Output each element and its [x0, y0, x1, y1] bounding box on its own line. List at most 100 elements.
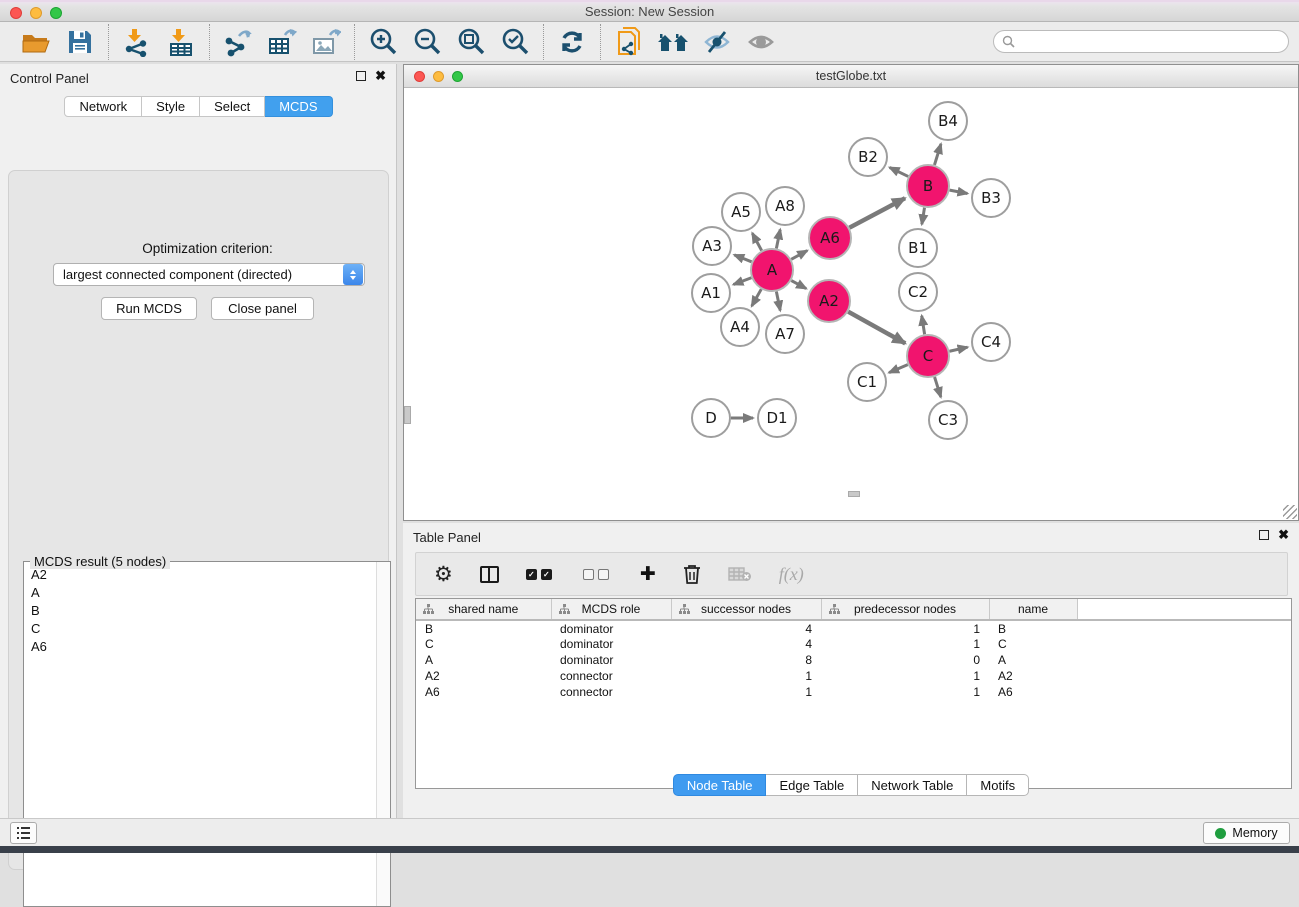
float-table-panel-icon[interactable] — [1259, 530, 1269, 540]
result-scrollbar[interactable] — [376, 562, 390, 906]
node-C3[interactable]: C3 — [929, 401, 967, 439]
cell-predecessor_nodes[interactable]: 1 — [821, 620, 989, 636]
tab-select[interactable]: Select — [200, 96, 265, 117]
minimize-window-button[interactable] — [30, 7, 42, 19]
node-A[interactable]: A — [751, 249, 793, 291]
node-B[interactable]: B — [907, 165, 949, 207]
cell-name[interactable]: A — [989, 652, 1077, 668]
edge-C-C2[interactable] — [922, 316, 925, 335]
import-table-icon[interactable] — [163, 25, 199, 59]
node-B3[interactable]: B3 — [972, 179, 1010, 217]
edge-C-C3[interactable] — [935, 377, 941, 397]
cell-successor_nodes[interactable]: 4 — [671, 620, 821, 636]
edge-B-B3[interactable] — [950, 190, 968, 193]
hide-selection-icon[interactable] — [699, 25, 735, 59]
close-table-panel-icon[interactable]: ✖ — [1278, 530, 1289, 540]
table-row[interactable]: A2connector11A2 — [416, 668, 1291, 684]
cell-mcds_role[interactable]: connector — [551, 684, 671, 700]
cell-predecessor_nodes[interactable]: 1 — [821, 636, 989, 652]
search-field[interactable] — [993, 30, 1289, 53]
table-row[interactable]: Bdominator41B — [416, 620, 1291, 636]
cell-mcds_role[interactable]: dominator — [551, 620, 671, 636]
cell-name[interactable]: B — [989, 620, 1077, 636]
cell-name[interactable]: A6 — [989, 684, 1077, 700]
cell-shared_name[interactable]: A — [416, 652, 551, 668]
column-header-name[interactable]: name — [989, 599, 1077, 620]
edge-A-A7[interactable] — [776, 292, 780, 311]
node-B1[interactable]: B1 — [899, 229, 937, 267]
table-row[interactable]: Adominator80A — [416, 652, 1291, 668]
run-mcds-button[interactable]: Run MCDS — [101, 297, 197, 320]
import-network-icon[interactable] — [119, 25, 155, 59]
column-selector-icon[interactable] — [480, 566, 499, 583]
tab-style[interactable]: Style — [142, 96, 200, 117]
criterion-dropdown[interactable]: largest connected component (directed) — [53, 263, 365, 286]
node-A7[interactable]: A7 — [766, 315, 804, 353]
edge-C-C1[interactable] — [889, 365, 908, 373]
column-header-MCDS-role[interactable]: MCDS role — [551, 599, 671, 620]
cell-mcds_role[interactable]: dominator — [551, 652, 671, 668]
node-C4[interactable]: C4 — [972, 323, 1010, 361]
result-item[interactable]: A2 — [25, 565, 375, 583]
edge-C-C4[interactable] — [949, 347, 967, 351]
vertical-scroll-thumb[interactable] — [404, 406, 411, 424]
edge-A2-C[interactable] — [848, 312, 905, 344]
result-item[interactable]: B — [25, 601, 375, 619]
cell-successor_nodes[interactable]: 8 — [671, 652, 821, 668]
edge-A-A2[interactable] — [791, 281, 806, 289]
select-all-checkboxes-icon[interactable]: ✓✓ — [526, 569, 556, 580]
cyndex-home-icon[interactable] — [655, 25, 691, 59]
node-A2[interactable]: A2 — [808, 280, 850, 322]
table-settings-icon[interactable]: ⚙ — [434, 564, 453, 585]
edge-B-B4[interactable] — [934, 144, 940, 165]
node-A6[interactable]: A6 — [809, 217, 851, 259]
close-window-button[interactable] — [10, 7, 22, 19]
export-image-icon[interactable] — [308, 25, 344, 59]
table-row[interactable]: A6connector11A6 — [416, 684, 1291, 700]
node-A3[interactable]: A3 — [693, 227, 731, 265]
cell-name[interactable]: A2 — [989, 668, 1077, 684]
node-D[interactable]: D — [692, 399, 730, 437]
zoom-in-icon[interactable] — [365, 25, 401, 59]
delete-table-icon[interactable] — [728, 566, 752, 582]
clone-network-icon[interactable] — [611, 25, 647, 59]
column-header-predecessor-nodes[interactable]: predecessor nodes — [821, 599, 989, 620]
network-canvas[interactable]: B4B2BB3A5A8A6B1A3AA1C2A2A4A7C4CC1C3DD1 — [404, 88, 1298, 520]
network-close-button[interactable] — [414, 71, 425, 82]
cell-name[interactable]: C — [989, 636, 1077, 652]
node-B2[interactable]: B2 — [849, 138, 887, 176]
column-header-shared-name[interactable]: shared name — [416, 599, 551, 620]
tab-node-table[interactable]: Node Table — [673, 774, 767, 796]
open-session-icon[interactable] — [18, 25, 54, 59]
delete-columns-icon[interactable] — [683, 564, 701, 585]
edge-A6-B[interactable] — [849, 198, 905, 228]
table-row[interactable]: Cdominator41C — [416, 636, 1291, 652]
cell-mcds_role[interactable]: dominator — [551, 636, 671, 652]
cell-predecessor_nodes[interactable]: 0 — [821, 652, 989, 668]
cell-shared_name[interactable]: A6 — [416, 684, 551, 700]
zoom-window-button[interactable] — [50, 7, 62, 19]
zoom-out-icon[interactable] — [409, 25, 445, 59]
export-network-icon[interactable] — [220, 25, 256, 59]
show-all-icon[interactable] — [743, 25, 779, 59]
node-A5[interactable]: A5 — [722, 193, 760, 231]
edge-B-B1[interactable] — [922, 208, 925, 225]
deselect-all-checkboxes-icon[interactable] — [583, 569, 613, 580]
column-header-successor-nodes[interactable]: successor nodes — [671, 599, 821, 620]
tab-edge-table[interactable]: Edge Table — [766, 774, 858, 796]
cell-predecessor_nodes[interactable]: 1 — [821, 668, 989, 684]
task-history-button[interactable] — [10, 822, 37, 844]
cell-shared_name[interactable]: A2 — [416, 668, 551, 684]
result-item[interactable]: A — [25, 583, 375, 601]
save-session-icon[interactable] — [62, 25, 98, 59]
edge-A-A4[interactable] — [752, 289, 761, 306]
cell-shared_name[interactable]: B — [416, 620, 551, 636]
tab-network-table[interactable]: Network Table — [858, 774, 967, 796]
cell-successor_nodes[interactable]: 1 — [671, 668, 821, 684]
tab-mcds[interactable]: MCDS — [265, 96, 332, 117]
cell-successor_nodes[interactable]: 1 — [671, 684, 821, 700]
cell-mcds_role[interactable]: connector — [551, 668, 671, 684]
function-builder-icon[interactable]: f(x) — [779, 564, 804, 585]
float-panel-icon[interactable] — [356, 71, 366, 81]
node-A8[interactable]: A8 — [766, 187, 804, 225]
